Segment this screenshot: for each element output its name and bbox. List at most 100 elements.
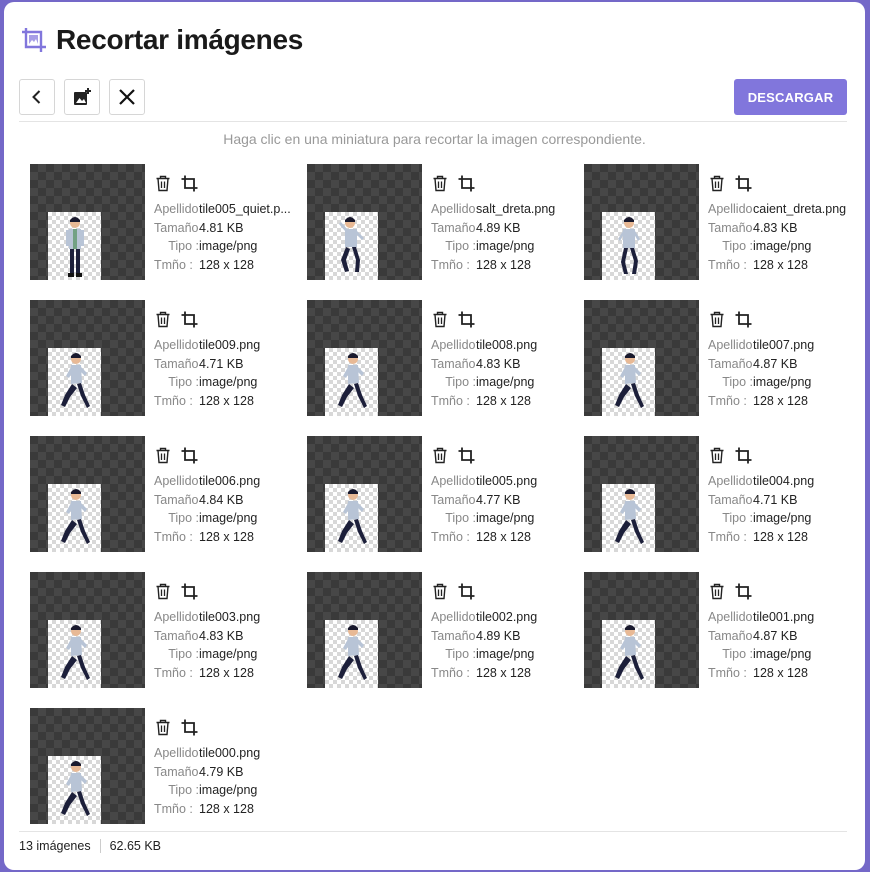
file-type: image/png [476,239,535,254]
card-actions [154,310,198,328]
file-type: image/png [199,375,258,390]
crop-image-icon [22,28,46,52]
crop-button[interactable] [180,582,198,600]
card-actions [708,310,752,328]
crop-button[interactable] [180,446,198,464]
crop-icon [735,447,751,463]
type-label: Tipo : [168,375,199,390]
delete-button[interactable] [431,582,449,600]
image-thumbnail[interactable] [30,300,145,416]
delete-button[interactable] [431,310,449,328]
download-button[interactable]: DESCARGAR [734,79,847,115]
file-name: tile009.png [199,338,261,352]
character-sprite [338,353,367,408]
back-button[interactable] [19,79,55,115]
file-dimensions: 128 x 128 [199,529,254,544]
dims-label: Tmño : [154,529,193,544]
type-label: Tipo : [445,239,476,254]
image-thumbnail[interactable] [30,572,145,688]
dims-label: Tmño : [431,665,470,680]
crop-button[interactable] [734,310,752,328]
file-type: image/png [753,375,812,390]
file-dimensions: 128 x 128 [753,257,808,272]
image-card-1: Apellido salt_dreta.png Tamaño 4.89 KB Tip… [307,164,584,280]
delete-button[interactable] [708,582,726,600]
delete-button[interactable] [431,174,449,192]
size-label: Tamaño [154,764,199,779]
image-info: Apellido tile005.png Tamaño 4.77 KB Tipo :… [431,472,537,546]
size-label: Tamaño [708,492,753,507]
crop-icon [458,175,474,191]
image-info: Apellido tile005_quiet.p... Tamaño 4.81 KB… [154,200,291,274]
crop-icon [181,719,197,735]
image-thumbnail[interactable] [307,300,422,416]
image-thumbnail[interactable] [307,436,422,552]
crop-region [48,348,101,416]
file-type: image/png [476,511,535,526]
image-info: Apellido tile002.png Tamaño 4.89 KB Tipo :… [431,608,537,682]
crop-button[interactable] [457,310,475,328]
delete-button[interactable] [431,446,449,464]
image-thumbnail[interactable] [30,164,145,280]
image-thumbnail[interactable] [30,708,145,824]
delete-button[interactable] [154,174,172,192]
crop-button[interactable] [734,582,752,600]
add-image-button[interactable] [64,79,100,115]
name-label: Apellido [431,202,476,216]
type-label: Tipo : [445,511,476,526]
divider [19,121,847,122]
crop-button[interactable] [457,446,475,464]
chevron-left-icon [32,90,41,104]
delete-button[interactable] [154,310,172,328]
name-label: Apellido [431,474,476,488]
crop-button[interactable] [180,718,198,736]
image-thumbnail[interactable] [307,164,422,280]
name-label: Apellido [431,338,476,352]
dims-label: Tmño : [708,393,747,408]
crop-icon [735,175,751,191]
crop-icon [458,583,474,599]
add-photo-icon [74,88,91,105]
crop-icon [735,311,751,327]
name-label: Apellido [708,610,753,624]
image-card-6: Apellido tile006.png Tamaño 4.84 KB Tipo :… [30,436,307,552]
crop-region [325,620,378,688]
image-thumbnail[interactable] [584,572,699,688]
crop-button[interactable] [457,582,475,600]
divider [19,831,847,832]
close-icon [119,89,135,105]
card-actions [431,446,475,464]
image-thumbnail[interactable] [307,572,422,688]
delete-button[interactable] [708,446,726,464]
delete-button[interactable] [708,310,726,328]
file-name: tile007.png [753,338,815,352]
crop-button[interactable] [734,446,752,464]
crop-button[interactable] [457,174,475,192]
type-label: Tipo : [168,783,199,798]
image-thumbnail[interactable] [584,300,699,416]
delete-button[interactable] [154,718,172,736]
dims-label: Tmño : [708,529,747,544]
size-label: Tamaño [154,356,199,371]
image-thumbnail[interactable] [30,436,145,552]
type-label: Tipo : [445,647,476,662]
file-type: image/png [753,239,812,254]
file-dimensions: 128 x 128 [476,529,531,544]
toolbar [19,79,145,115]
trash-icon [710,447,724,463]
file-dimensions: 128 x 128 [199,257,254,272]
dims-label: Tmño : [154,665,193,680]
image-info: Apellido tile001.png Tamaño 4.87 KB Tipo :… [708,608,814,682]
card-actions [708,174,752,192]
image-card-12: Apellido tile000.png Tamaño 4.79 KB Tipo :… [30,708,307,824]
delete-button[interactable] [708,174,726,192]
delete-button[interactable] [154,582,172,600]
delete-button[interactable] [154,446,172,464]
crop-button[interactable] [734,174,752,192]
file-dimensions: 128 x 128 [476,257,531,272]
crop-button[interactable] [180,310,198,328]
close-button[interactable] [109,79,145,115]
crop-button[interactable] [180,174,198,192]
image-thumbnail[interactable] [584,164,699,280]
image-thumbnail[interactable] [584,436,699,552]
